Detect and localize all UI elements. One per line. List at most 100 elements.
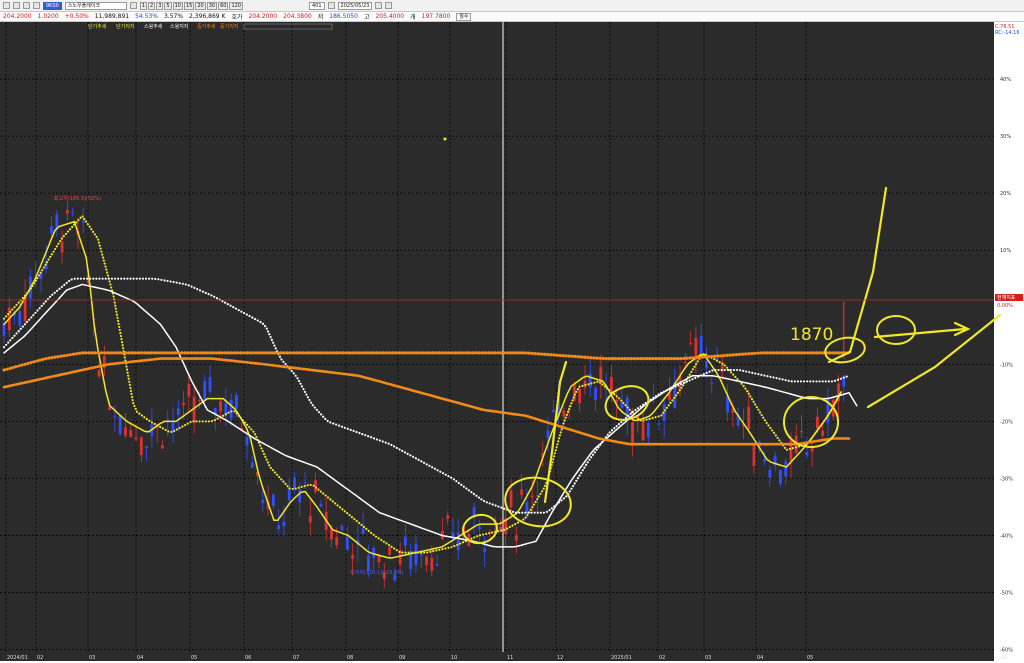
candle-body	[815, 416, 819, 429]
x-tick-label: 06	[1001, 655, 1007, 661]
y-tick-label: -20%	[1000, 419, 1013, 425]
dropdown-icon[interactable]	[129, 2, 137, 9]
candle-body	[768, 469, 772, 478]
settings-icon[interactable]	[327, 2, 335, 9]
y-tick-label: -30%	[1000, 476, 1013, 482]
candle-body	[203, 381, 207, 401]
x-tick-label: 05	[191, 655, 197, 661]
legend-item: 중기지지	[220, 23, 238, 30]
search-icon[interactable]	[33, 2, 40, 9]
calendar-icon[interactable]	[374, 2, 382, 9]
candle-body	[361, 528, 365, 534]
candle-body	[763, 459, 766, 462]
candle-body	[483, 548, 487, 552]
symbol-code-input[interactable]: 9KS0	[43, 1, 62, 10]
x-tick-label: 11	[507, 655, 513, 661]
candle-body	[551, 410, 555, 412]
y-tick-label: 20%	[1000, 191, 1011, 197]
low-annotation: 최저치(120.1)(-19.4%)	[350, 569, 404, 576]
period-button[interactable]: 30	[206, 1, 218, 10]
candle-body	[97, 370, 101, 377]
period-button[interactable]: 60	[218, 1, 229, 10]
candle-body	[715, 358, 719, 360]
ask-label: 호가	[231, 14, 243, 21]
high-annotation: 최고치(185.3)(50%)	[54, 195, 101, 202]
candle-body	[689, 343, 693, 345]
candle-body	[298, 489, 302, 503]
period-button[interactable]: 5	[164, 1, 172, 10]
legend-item: 단기지지	[116, 23, 134, 30]
period-button[interactable]: 1	[139, 1, 148, 10]
candle-body	[588, 373, 592, 388]
x-tick-label: 06	[245, 655, 251, 661]
symbol-name-field[interactable]: 스노우플레이크	[64, 1, 127, 10]
change-pct-value: +0.50%	[64, 13, 89, 20]
legend-item: 스윙지지	[170, 23, 188, 30]
period-button[interactable]: 120	[229, 1, 243, 10]
candle-body	[176, 408, 180, 415]
right-header-2: RC:-14.16	[995, 30, 1020, 36]
period-button[interactable]: 2	[148, 1, 156, 10]
menu-icon[interactable]	[3, 2, 10, 9]
candle-body	[631, 422, 634, 443]
lock-icon[interactable]	[13, 2, 20, 9]
chart-area[interactable]: 40% 30% 20% 10% -10% -20% -30% -40% -50% -60% 202…	[0, 22, 1024, 661]
period-button[interactable]: 20	[195, 1, 206, 10]
candle-body	[55, 213, 59, 229]
candle-body	[287, 487, 291, 501]
candle-body	[409, 554, 413, 570]
x-tick-label: 07	[293, 655, 299, 661]
ask-value: 204.2000	[248, 13, 278, 20]
volume-value: 11,989,891	[94, 13, 130, 20]
link-icon[interactable]	[23, 2, 30, 9]
price-chart[interactable]: 40% 30% 20% 10% -10% -20% -30% -40% -50% -60% 202…	[0, 22, 1024, 661]
amount-value: 2,396,869 K	[189, 13, 226, 20]
candle-body	[546, 430, 550, 439]
candle-body	[705, 361, 708, 368]
candle-body	[345, 536, 349, 550]
y-tick-label: -10%	[1000, 362, 1013, 368]
legend-item: 중기추세	[197, 23, 216, 30]
y-tick-label: 40%	[1000, 77, 1011, 83]
period-button[interactable]: 10	[172, 1, 183, 10]
indicator-dot	[443, 137, 447, 141]
x-tick-label: 02	[37, 655, 43, 661]
candle-body	[377, 555, 381, 563]
candle-body	[683, 361, 687, 363]
current-value: 0.00%	[997, 303, 1013, 309]
candle-body	[805, 451, 809, 456]
candle-body	[525, 502, 529, 514]
candle-body	[520, 489, 524, 496]
candle-body	[234, 395, 238, 409]
candle-body	[118, 415, 122, 435]
period-button[interactable]: 3	[156, 1, 164, 10]
date-field[interactable]: 2025/05/23	[337, 1, 372, 10]
x-tick-label: 03	[705, 655, 711, 661]
candle-body	[229, 399, 233, 419]
open-label: 개	[410, 14, 416, 21]
mode-button[interactable]: 월수	[456, 12, 472, 21]
legend-item: 스윙추세	[144, 23, 163, 30]
low-value: 186.5050	[329, 13, 358, 20]
candle-body	[657, 423, 661, 425]
candle-body	[208, 377, 212, 392]
refresh-icon[interactable]	[384, 2, 392, 9]
candle-body	[261, 499, 265, 504]
top-toolbar: 9KS0 스노우플레이크 1 2 3 5 10 15 20 30 60 120 …	[0, 0, 1024, 12]
open-value: 197.7800	[421, 13, 451, 20]
candle-body	[271, 494, 275, 506]
candle-body	[335, 537, 339, 546]
candle-body	[430, 557, 434, 571]
bid-value: 204.3800	[283, 13, 312, 20]
candle-body	[530, 495, 534, 498]
candle-body	[367, 555, 370, 572]
candle-body	[578, 389, 582, 404]
bar-count-field[interactable]: 401	[309, 1, 325, 10]
candle-body	[646, 423, 650, 438]
period-button[interactable]: 15	[183, 1, 195, 10]
candle-body	[477, 526, 481, 530]
candle-body	[250, 462, 254, 468]
y-axis-panel	[994, 22, 1024, 661]
legend-item: 단기추세	[88, 23, 107, 30]
candle-body	[752, 443, 756, 466]
